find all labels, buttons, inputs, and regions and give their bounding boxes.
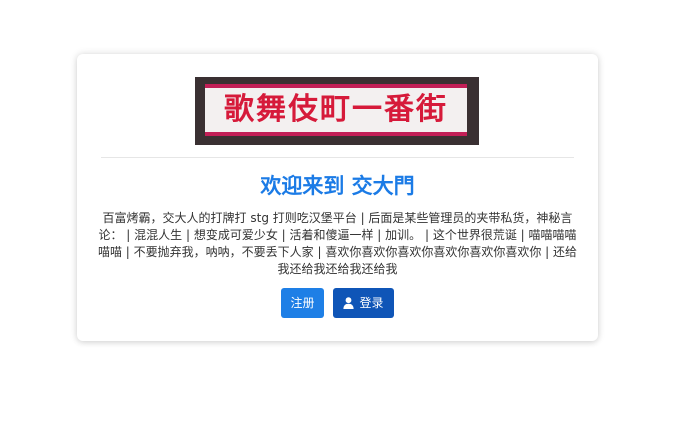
divider bbox=[101, 157, 574, 158]
register-button[interactable]: 注册 bbox=[281, 288, 324, 318]
action-buttons: 注册 登录 bbox=[77, 288, 598, 318]
welcome-card: 歌舞伎町一番街 欢迎来到 交大門 百富烤霸，交大人的打牌打 stg 打则吃汉堡平… bbox=[77, 54, 598, 341]
login-button[interactable]: 登录 bbox=[332, 288, 394, 318]
login-label: 登录 bbox=[359, 296, 384, 310]
banner-image: 歌舞伎町一番街 bbox=[195, 77, 479, 145]
banner-text: 歌舞伎町一番街 bbox=[224, 92, 448, 127]
site-description: 百富烤霸，交大人的打牌打 stg 打则吃汉堡平台 | 后面是某些管理员的夹带私货… bbox=[97, 211, 578, 276]
register-label: 注册 bbox=[290, 296, 315, 310]
user-icon bbox=[342, 297, 354, 309]
page-title: 欢迎来到 交大門 bbox=[260, 174, 415, 198]
banner-sign: 歌舞伎町一番街 bbox=[205, 84, 467, 136]
